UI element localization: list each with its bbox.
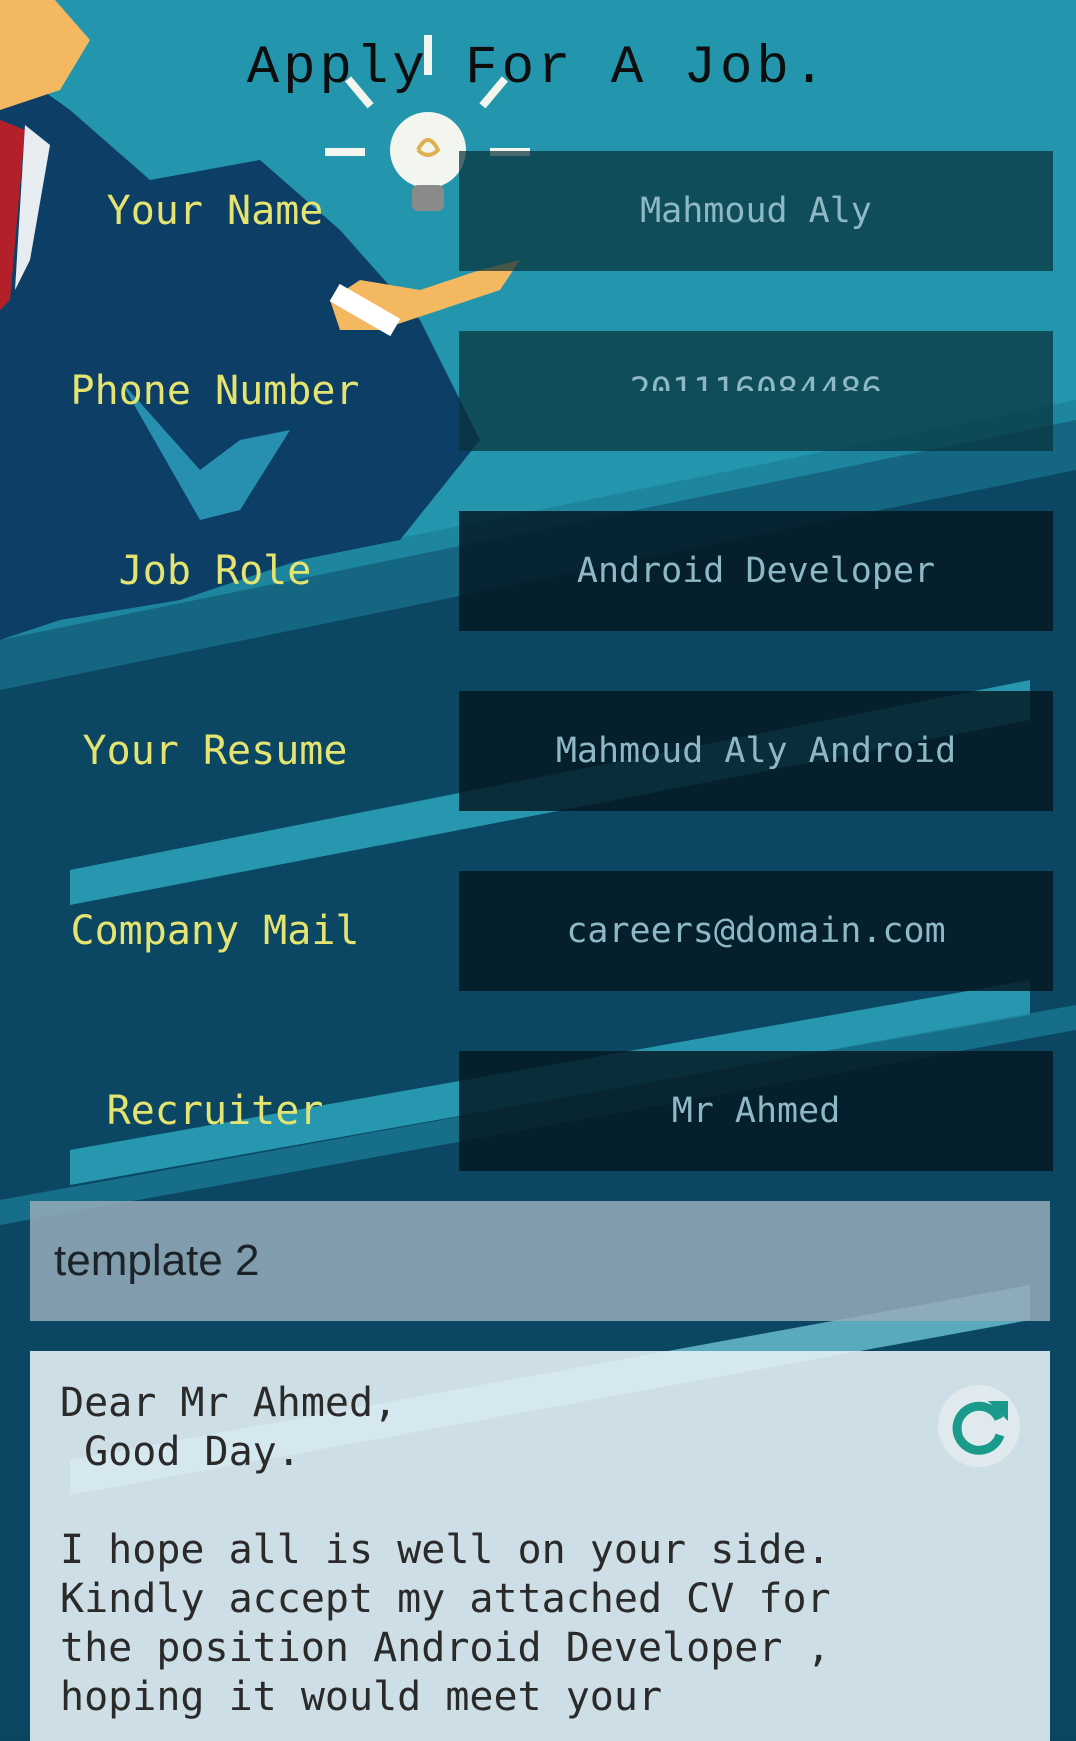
mail-row: Company Mail careers@domain.com (0, 871, 1076, 991)
mail-field[interactable]: careers@domain.com (459, 871, 1053, 991)
phone-value: 201116084486 (629, 371, 883, 391)
recruiter-row: Recruiter Mr Ahmed (0, 1051, 1076, 1171)
page-title: Apply For A Job. (246, 38, 830, 99)
role-field[interactable]: Android Developer (459, 511, 1053, 631)
phone-row: Phone Number 201116084486 (0, 331, 1076, 451)
resume-field[interactable]: Mahmoud Aly Android (459, 691, 1053, 811)
role-label: Job Role (118, 548, 312, 594)
name-field[interactable]: Mahmoud Aly (459, 151, 1053, 271)
name-row: Your Name Mahmoud Aly (0, 151, 1076, 271)
recruiter-label: Recruiter (106, 1088, 324, 1134)
name-label: Your Name (106, 188, 324, 234)
refresh-button[interactable] (936, 1383, 1022, 1469)
resume-label: Your Resume (82, 728, 348, 774)
letter-body[interactable]: Dear Mr Ahmed, Good Day. I hope all is w… (30, 1351, 1050, 1741)
phone-label: Phone Number (70, 368, 360, 414)
mail-label: Company Mail (70, 908, 360, 954)
letter-text: Dear Mr Ahmed, Good Day. I hope all is w… (60, 1380, 831, 1720)
phone-field[interactable]: 201116084486 (459, 331, 1053, 451)
role-row: Job Role Android Developer (0, 511, 1076, 631)
refresh-icon (938, 1385, 1020, 1467)
resume-row: Your Resume Mahmoud Aly Android (0, 691, 1076, 811)
template-selector[interactable]: template 2 (30, 1201, 1050, 1321)
recruiter-field[interactable]: Mr Ahmed (459, 1051, 1053, 1171)
